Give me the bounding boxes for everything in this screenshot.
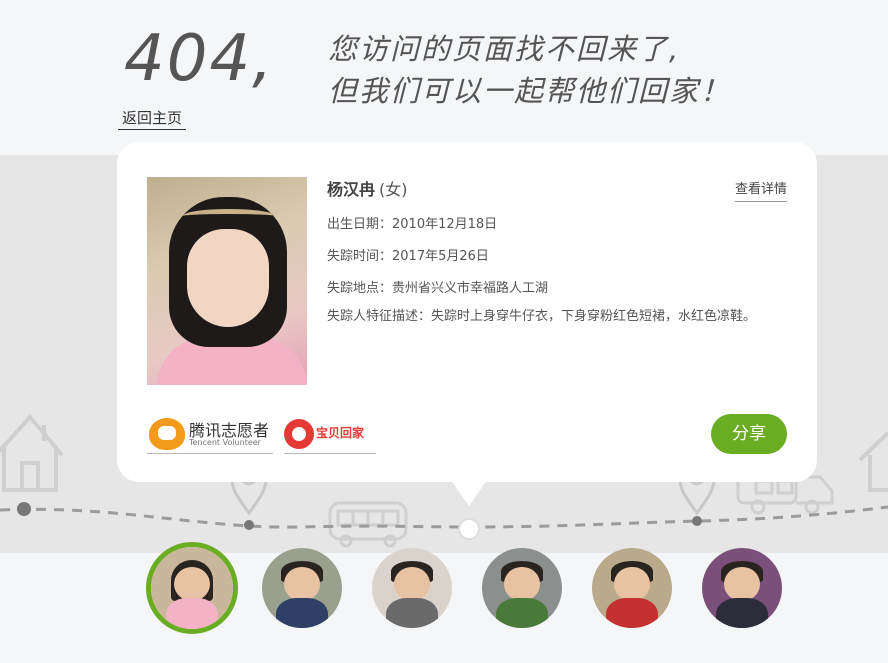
field-label: 失踪时间： [327,249,393,264]
back-home-link[interactable]: 返回主页 [118,108,187,130]
page-header: 404, 您访问的页面找不回来了, 但我们可以一起帮他们回家！ 返回主页 [0,0,888,155]
tencent-volunteer-icon [149,418,185,450]
child-avatar-2[interactable] [262,548,342,628]
baobei-huijia-logo[interactable]: 宝贝回家 [284,416,376,454]
field-value: 2010年12月18日 [392,217,498,232]
field-label: 出生日期： [327,217,393,232]
road-point [244,520,254,530]
missing-place-field: 失踪地点：贵州省兴义市幸福路人工湖 [327,277,777,301]
tencent-logo-subtext: Tencent Volunteer [189,438,261,447]
field-value: 失踪时上身穿牛仔衣，下身穿粉红色短裙，水红色凉鞋。 [431,309,757,324]
missing-child-card: 杨汉冉 (女) 查看详情 出生日期：2010年12月18日 失踪时间：2017年5… [117,142,817,482]
field-value: 贵州省兴义市幸福路人工湖 [392,281,549,296]
children-carousel [0,540,888,640]
error-message: 您访问的页面找不回来了, 但我们可以一起帮他们回家！ [328,28,731,112]
field-value: 2017年5月26日 [392,249,489,264]
tencent-volunteer-logo[interactable]: 腾讯志愿者 Tencent Volunteer [147,416,273,454]
child-avatar-4[interactable] [482,548,562,628]
description-field: 失踪人特征描述：失踪时上身穿牛仔衣，下身穿粉红色短裙，水红色凉鞋。 [327,305,777,329]
view-details-link[interactable]: 查看详情 [734,178,787,202]
dashed-road [0,505,888,529]
field-label: 失踪人特征描述： [327,309,432,324]
child-name-row: 杨汉冉 (女) [327,176,408,200]
error-code: 404, [124,22,275,96]
baobei-logo-text: 宝贝回家 [316,426,365,440]
field-label: 失踪地点： [327,281,393,296]
timeline-current-point [458,518,480,540]
baobei-heart-icon [284,419,314,449]
child-gender: (女) [379,180,408,199]
error-message-line1: 您访问的页面找不回来了, [328,32,681,66]
road-point [17,502,31,516]
child-avatar-3[interactable] [372,548,452,628]
child-avatar-6[interactable] [702,548,782,628]
missing-date-field: 失踪时间：2017年5月26日 [327,245,777,269]
child-name: 杨汉冉 [327,180,376,199]
share-button[interactable]: 分享 [711,414,787,454]
child-avatar-5[interactable] [592,548,672,628]
house-icon [858,431,888,492]
road-point [692,516,702,526]
error-message-line2: 但我们可以一起帮他们回家！ [328,74,732,108]
house-icon [0,413,64,492]
child-photo [147,177,307,385]
card-pointer [451,480,487,506]
birth-date-field: 出生日期：2010年12月18日 [327,213,777,237]
child-avatar-1[interactable] [146,542,238,634]
